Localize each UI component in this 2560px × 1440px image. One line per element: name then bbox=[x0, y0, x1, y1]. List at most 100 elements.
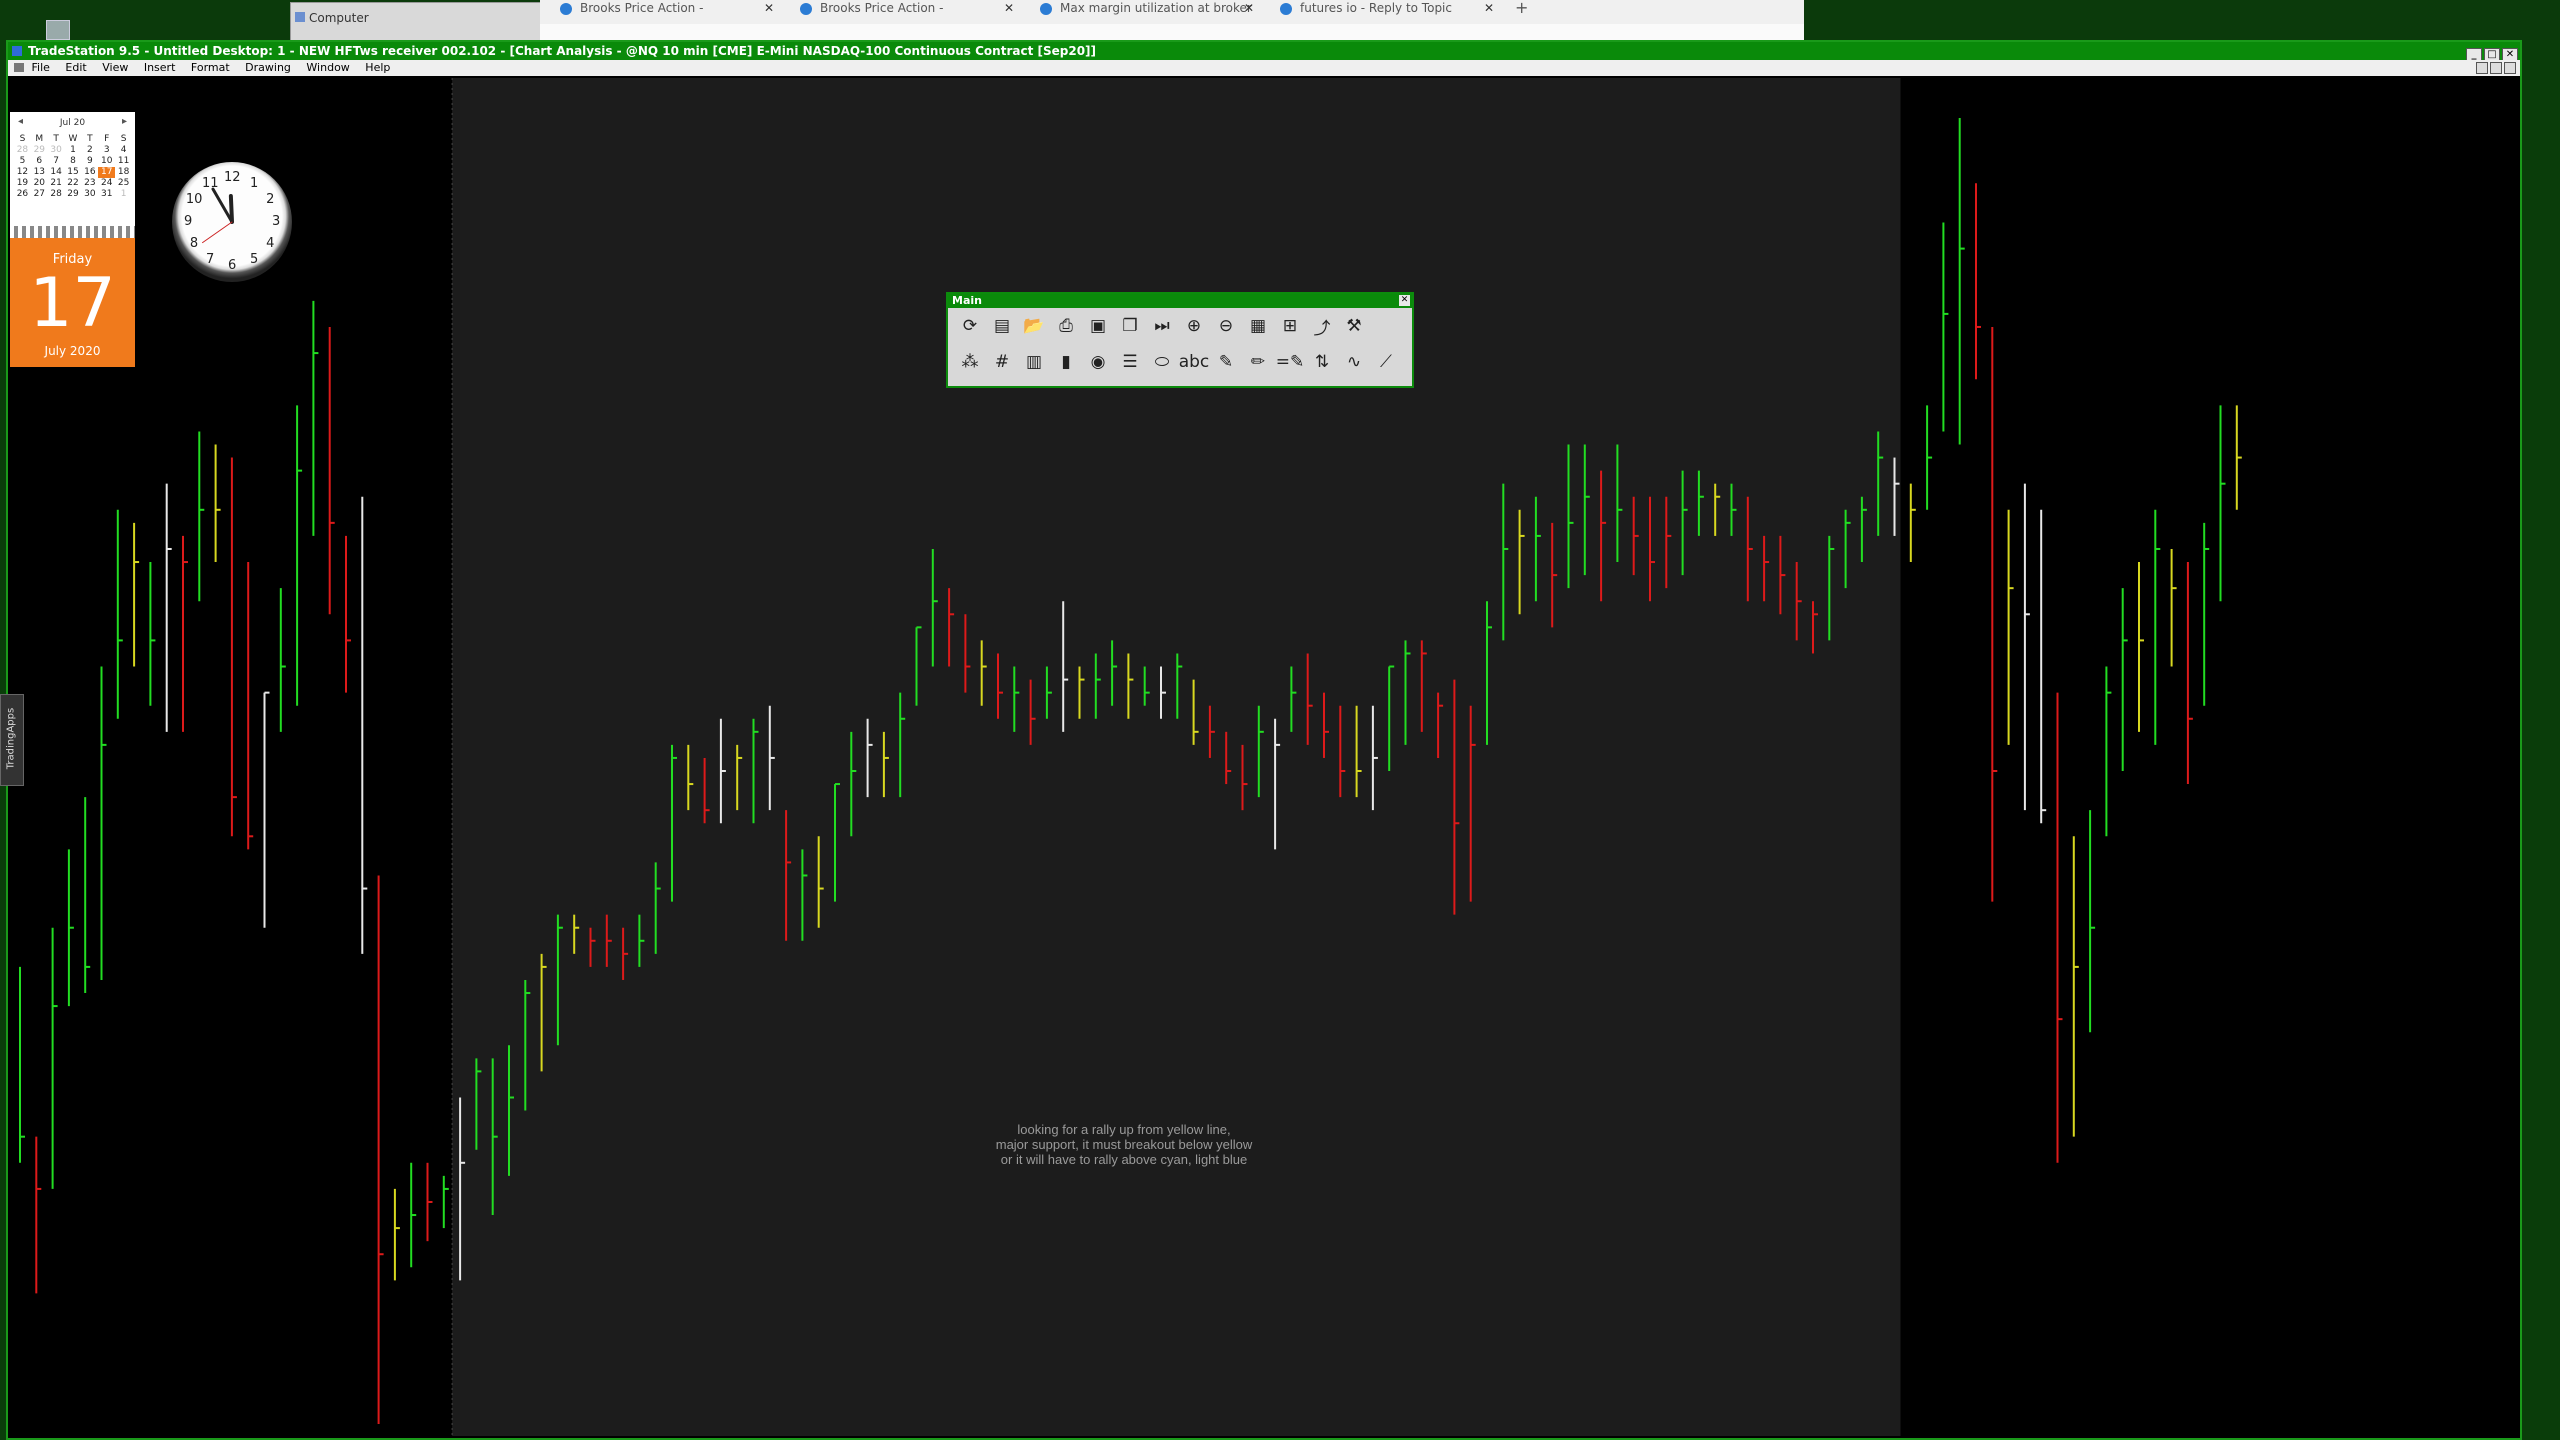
play-next-icon[interactable]: ⏭ bbox=[1148, 312, 1176, 340]
price-bar[interactable] bbox=[116, 509, 123, 719]
price-bar[interactable] bbox=[247, 562, 254, 850]
price-bar[interactable] bbox=[1942, 222, 1949, 432]
menu-file[interactable]: File bbox=[32, 61, 50, 74]
price-bar[interactable] bbox=[19, 966, 25, 1163]
address-bar[interactable] bbox=[540, 24, 1804, 40]
calendar-date[interactable]: 30 bbox=[48, 145, 65, 156]
browser-tab[interactable]: Brooks Price Action - ✕ bbox=[560, 0, 780, 22]
price-bar[interactable] bbox=[2219, 405, 2226, 602]
menu-insert[interactable]: Insert bbox=[144, 61, 176, 74]
calendar-date[interactable]: 1 bbox=[65, 145, 82, 156]
price-bar[interactable] bbox=[1975, 183, 1981, 380]
tools-icon[interactable]: ⚒ bbox=[1340, 312, 1368, 340]
price-bar[interactable] bbox=[296, 405, 303, 706]
menu-edit[interactable]: Edit bbox=[65, 61, 86, 74]
calendar-date[interactable]: 16 bbox=[81, 167, 98, 178]
calendar-date[interactable]: 25 bbox=[115, 178, 132, 189]
close-tab-icon[interactable]: ✕ bbox=[1244, 0, 1254, 16]
calendar-date[interactable]: 1 bbox=[115, 189, 132, 200]
price-bar[interactable] bbox=[35, 1136, 42, 1294]
calendar-date[interactable]: 13 bbox=[31, 167, 48, 178]
mdi-close-icon[interactable] bbox=[2504, 62, 2516, 74]
ruler-icon[interactable]: ⇅ bbox=[1308, 348, 1336, 376]
price-bar[interactable] bbox=[312, 300, 319, 536]
calendar-date[interactable]: 27 bbox=[31, 189, 48, 200]
calendar-date[interactable]: 5 bbox=[14, 156, 31, 167]
calendar-date[interactable]: 2 bbox=[81, 145, 98, 156]
wave-icon[interactable]: ∿ bbox=[1340, 348, 1368, 376]
close-tab-icon[interactable]: ✕ bbox=[764, 0, 774, 16]
ellipse-icon[interactable]: ⬭ bbox=[1148, 348, 1176, 376]
new-tab-button[interactable]: + bbox=[1515, 0, 1545, 22]
calendar-date[interactable]: 11 bbox=[115, 156, 132, 167]
calendar-date[interactable]: 17 bbox=[98, 167, 116, 178]
menu-drawing[interactable]: Drawing bbox=[245, 61, 291, 74]
chart-menu-icon[interactable] bbox=[14, 63, 24, 72]
price-bar[interactable] bbox=[198, 431, 205, 602]
price-bar[interactable] bbox=[442, 1175, 449, 1229]
calendar-date[interactable]: 31 bbox=[98, 189, 115, 200]
calendar-date[interactable]: 19 bbox=[14, 178, 31, 189]
calendar-date[interactable]: 20 bbox=[31, 178, 48, 189]
price-bar[interactable] bbox=[361, 496, 368, 954]
browser-tab[interactable]: futures io - Reply to Topic ✕ bbox=[1280, 0, 1500, 22]
price-bar[interactable] bbox=[133, 522, 140, 667]
calendar-date[interactable]: 6 bbox=[31, 156, 48, 167]
highlighter-icon[interactable]: ✎ bbox=[1212, 348, 1240, 376]
price-bar[interactable] bbox=[279, 588, 286, 732]
price-bar[interactable] bbox=[393, 1188, 400, 1281]
copy-icon[interactable]: ❐ bbox=[1116, 312, 1144, 340]
price-bar[interactable] bbox=[2154, 509, 2161, 745]
price-bar[interactable] bbox=[2040, 509, 2047, 824]
next-month-icon[interactable]: ▸ bbox=[122, 116, 127, 127]
equals-icon[interactable]: =✎ bbox=[1276, 348, 1305, 376]
calendar-date[interactable]: 21 bbox=[48, 178, 65, 189]
explorer-window[interactable]: Computer bbox=[290, 2, 542, 42]
save-icon[interactable]: ▣ bbox=[1084, 312, 1112, 340]
signal-icon[interactable]: ▮ bbox=[1052, 348, 1080, 376]
price-bar[interactable] bbox=[2138, 562, 2144, 732]
price-bar[interactable] bbox=[345, 535, 351, 693]
layout-icon[interactable]: ▥ bbox=[1020, 348, 1048, 376]
calendar-date[interactable]: 24 bbox=[98, 178, 115, 189]
price-bar[interactable] bbox=[2105, 666, 2112, 837]
grid-icon[interactable]: ⊞ bbox=[1276, 312, 1304, 340]
price-bar[interactable] bbox=[2170, 548, 2177, 667]
text-tool-icon[interactable]: abc bbox=[1179, 348, 1210, 376]
curve-icon[interactable]: ⤴ bbox=[1308, 312, 1336, 340]
price-bar[interactable] bbox=[377, 875, 384, 1424]
price-bar[interactable] bbox=[84, 797, 91, 994]
price-bar[interactable] bbox=[2056, 692, 2063, 1163]
price-bar[interactable] bbox=[2023, 483, 2030, 811]
menu-help[interactable]: Help bbox=[365, 61, 390, 74]
price-bar[interactable] bbox=[2203, 522, 2210, 706]
pencil-icon[interactable]: ✏ bbox=[1244, 348, 1272, 376]
calendar-date[interactable]: 28 bbox=[14, 145, 31, 156]
price-bar[interactable] bbox=[2186, 562, 2193, 785]
calendar-date[interactable]: 26 bbox=[14, 189, 31, 200]
list-icon[interactable]: ☰ bbox=[1116, 348, 1144, 376]
calendar-date[interactable]: 12 bbox=[14, 167, 31, 178]
calendar-date[interactable]: 14 bbox=[48, 167, 65, 178]
browser-tab[interactable]: Brooks Price Action - ✕ bbox=[800, 0, 1020, 22]
open-folder-icon[interactable]: 📂 bbox=[1020, 312, 1048, 340]
price-bar[interactable] bbox=[1958, 118, 1965, 445]
calendar-date[interactable]: 3 bbox=[98, 145, 115, 156]
calendar-date[interactable]: 28 bbox=[48, 189, 65, 200]
menu-format[interactable]: Format bbox=[191, 61, 230, 74]
hash-icon[interactable]: # bbox=[988, 348, 1016, 376]
calendar-date[interactable]: 10 bbox=[98, 156, 115, 167]
color-palette-icon[interactable]: ▦ bbox=[1244, 312, 1272, 340]
price-bar[interactable] bbox=[214, 444, 221, 563]
close-tab-icon[interactable]: ✕ bbox=[1484, 0, 1494, 16]
calendar-date[interactable]: 29 bbox=[31, 145, 48, 156]
menu-view[interactable]: View bbox=[102, 61, 128, 74]
price-bar[interactable] bbox=[2121, 588, 2128, 771]
price-bar[interactable] bbox=[100, 666, 107, 980]
calendar-date[interactable]: 8 bbox=[65, 156, 82, 167]
calendar-date[interactable]: 7 bbox=[48, 156, 65, 167]
price-bar[interactable] bbox=[2007, 509, 2014, 745]
price-bar[interactable] bbox=[149, 562, 156, 706]
zoom-out-icon[interactable]: ⊖ bbox=[1212, 312, 1240, 340]
calendar-date[interactable]: 23 bbox=[81, 178, 98, 189]
